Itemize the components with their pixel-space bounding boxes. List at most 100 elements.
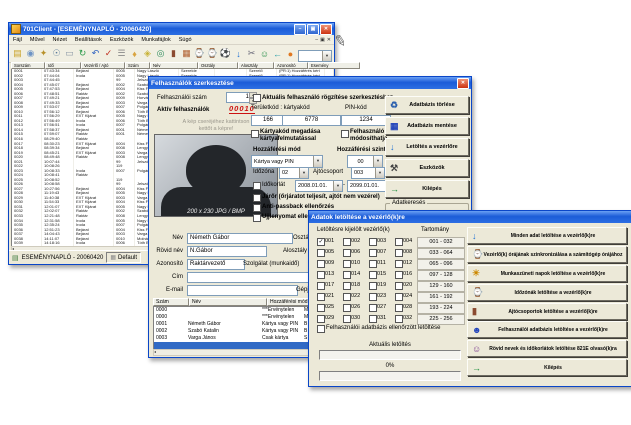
close-icon[interactable]: ✕ <box>457 78 469 89</box>
user-column-header[interactable]: Szám <box>153 298 189 306</box>
controller-checkbox-005[interactable] <box>317 249 325 257</box>
user-column-header[interactable]: Hozzáférési mód <box>267 298 313 306</box>
user-editor-titlebar[interactable]: Felhasználók szerkesztése ✕ <box>149 77 471 89</box>
controller-checkbox-020[interactable] <box>395 282 403 290</box>
download-icon[interactable]: ↓ <box>232 47 245 60</box>
controller-checkbox-009[interactable] <box>317 260 325 268</box>
calendar-icon[interactable]: ▦ <box>180 47 193 60</box>
button-reader[interactable]: ☺Rövid nevek és időkorlátok letöltése 82… <box>467 340 627 357</box>
bell-icon[interactable]: ◈ <box>141 47 154 60</box>
controller-checkbox-030[interactable] <box>343 315 351 323</box>
soccer-icon[interactable]: ⚽ <box>219 47 232 60</box>
controller-checkbox-017[interactable] <box>317 282 325 290</box>
clock-icon[interactable]: ⌚ <box>193 47 206 60</box>
key-icon[interactable]: ✦ <box>37 47 50 60</box>
controller-checkbox-027[interactable] <box>369 304 377 312</box>
menu-item-munkafájlok[interactable]: Munkafájlok <box>137 37 174 43</box>
menu-item-súgó[interactable]: Súgó <box>175 37 196 43</box>
chevron-down-icon[interactable]: ▼ <box>299 168 308 178</box>
button-exit[interactable]: →Kilépés <box>385 180 469 198</box>
scissors-icon[interactable]: ✂ <box>245 47 258 60</box>
button-user-db[interactable]: ☻Felhasználói adatbázis letöltése a vezé… <box>467 321 627 338</box>
controller-checkbox-004[interactable] <box>395 238 403 246</box>
back-icon[interactable]: ← <box>271 47 284 60</box>
timezone-combo[interactable]: 02▼ <box>279 167 309 179</box>
controller-checkbox-019[interactable] <box>369 282 377 290</box>
menu-item-eszközök[interactable]: Eszközök <box>106 37 138 43</box>
area-code-field[interactable]: 166 <box>251 115 285 126</box>
menu-item-művel[interactable]: Művel <box>26 37 49 43</box>
button-door-group[interactable]: ▮Ajtócsoportok letöltése a vezérlő(k)re <box>467 303 627 320</box>
patrol-checkbox[interactable] <box>253 194 261 202</box>
chevron-down-icon[interactable]: ▼ <box>373 156 382 167</box>
minimize-button[interactable]: – <box>294 24 306 35</box>
controller-checkbox-023[interactable] <box>369 293 377 301</box>
card-code-field[interactable]: 6778 <box>282 115 341 126</box>
doorgroup-combo[interactable]: 003▼ <box>351 167 385 179</box>
menu-item-beállítások[interactable]: Beállítások <box>71 37 106 43</box>
event-column-header[interactable]: Alosztály <box>238 62 274 69</box>
controller-checkbox-014[interactable] <box>343 271 351 279</box>
button-save[interactable]: ▦Adatbázis mentése <box>385 117 469 135</box>
chevron-down-icon[interactable]: ▼ <box>322 51 331 61</box>
user-column-header[interactable]: Név <box>189 298 267 306</box>
controller-checkbox-024[interactable] <box>395 293 403 301</box>
main-titlebar[interactable]: 701Client - [ESEMÉNYNAPLÓ - 20060420] –▣… <box>9 23 334 35</box>
event-column-header[interactable]: Idő <box>45 62 81 69</box>
button-download[interactable]: ↓Letöltés a vezérlőre <box>385 138 469 156</box>
menu-item-fájl[interactable]: Fájl <box>9 37 26 43</box>
menu-item-nézet[interactable]: Nézet <box>49 37 71 43</box>
controller-checkbox-010[interactable] <box>343 260 351 268</box>
controller-checkbox-022[interactable] <box>343 293 351 301</box>
open-icon[interactable]: ▤ <box>11 47 24 60</box>
name-field[interactable]: Németh Gábor <box>187 233 293 244</box>
controller-checkbox-021[interactable] <box>317 293 325 301</box>
pin-field[interactable]: 1234 <box>341 115 391 126</box>
button-tools[interactable]: ⚒Eszközök <box>385 159 469 177</box>
button-holiday[interactable]: ☀Munkaszüneti napok letöltése a vezérlő(… <box>467 265 627 282</box>
controller-checkbox-029[interactable] <box>317 315 325 323</box>
controller-checkbox-002[interactable] <box>343 238 351 246</box>
event-column-header[interactable]: Vezérlő / Ajtó <box>81 62 125 69</box>
id-field[interactable]: Raktárvezető <box>187 259 245 270</box>
download-titlebar[interactable]: Adatok letöltése a vezérlő(k)re <box>309 211 631 223</box>
refresh-icon[interactable]: ↻ <box>76 47 89 60</box>
user-icon[interactable]: ☺ <box>258 47 271 60</box>
hand-icon[interactable]: ♦ <box>128 47 141 60</box>
event-column-header[interactable]: Sorszám <box>11 62 45 69</box>
mdi-close-icon[interactable]: ✕ <box>327 37 331 43</box>
mdi-minimize-icon[interactable]: – <box>315 37 318 43</box>
antipassback-checkbox[interactable] <box>253 204 261 212</box>
clock-go-icon[interactable]: ⌚ <box>206 47 219 60</box>
event-column-header[interactable]: Szám <box>125 62 150 69</box>
event-column-header[interactable]: Osztály <box>198 62 238 69</box>
close-button[interactable]: ✕ <box>320 24 332 35</box>
controller-checkbox-011[interactable] <box>369 260 377 268</box>
button-exit[interactable]: →Kilépés <box>467 359 627 376</box>
button-trash[interactable]: ♻Adatbázis törlése <box>385 96 469 114</box>
record-icon[interactable]: ● <box>284 47 297 60</box>
controller-checkbox-003[interactable] <box>369 238 377 246</box>
controller-checkbox-032[interactable] <box>395 315 403 323</box>
date-from-combo[interactable]: 2008.01.01.▼ <box>295 180 343 192</box>
default-button[interactable]: ▦ Default <box>106 252 141 263</box>
card-present-checkbox[interactable] <box>251 130 259 138</box>
fingerprint-checkbox[interactable] <box>253 214 261 222</box>
controller-checkbox-001[interactable]: ✓ <box>317 238 325 246</box>
list-icon[interactable]: ☰ <box>115 47 128 60</box>
event-column-header[interactable]: Név <box>150 62 198 69</box>
controller-checkbox-006[interactable] <box>343 249 351 257</box>
door-icon[interactable]: ▮ <box>167 47 180 60</box>
email-field[interactable] <box>187 285 298 296</box>
chevron-down-icon[interactable]: ▼ <box>375 168 384 178</box>
controller-checkbox-025[interactable] <box>317 304 325 312</box>
chevron-down-icon[interactable]: ▼ <box>313 156 322 167</box>
event-column-header[interactable]: Azonosító <box>274 62 308 69</box>
controller-checkbox-028[interactable] <box>395 304 403 312</box>
verify-download-checkbox[interactable] <box>317 325 325 333</box>
printer-icon[interactable]: ▭ <box>63 47 76 60</box>
controller-checkbox-026[interactable] <box>343 304 351 312</box>
controller-checkbox-012[interactable] <box>395 260 403 268</box>
controller-checkbox-018[interactable] <box>343 282 351 290</box>
event-column-header[interactable]: Esemény <box>308 62 360 69</box>
